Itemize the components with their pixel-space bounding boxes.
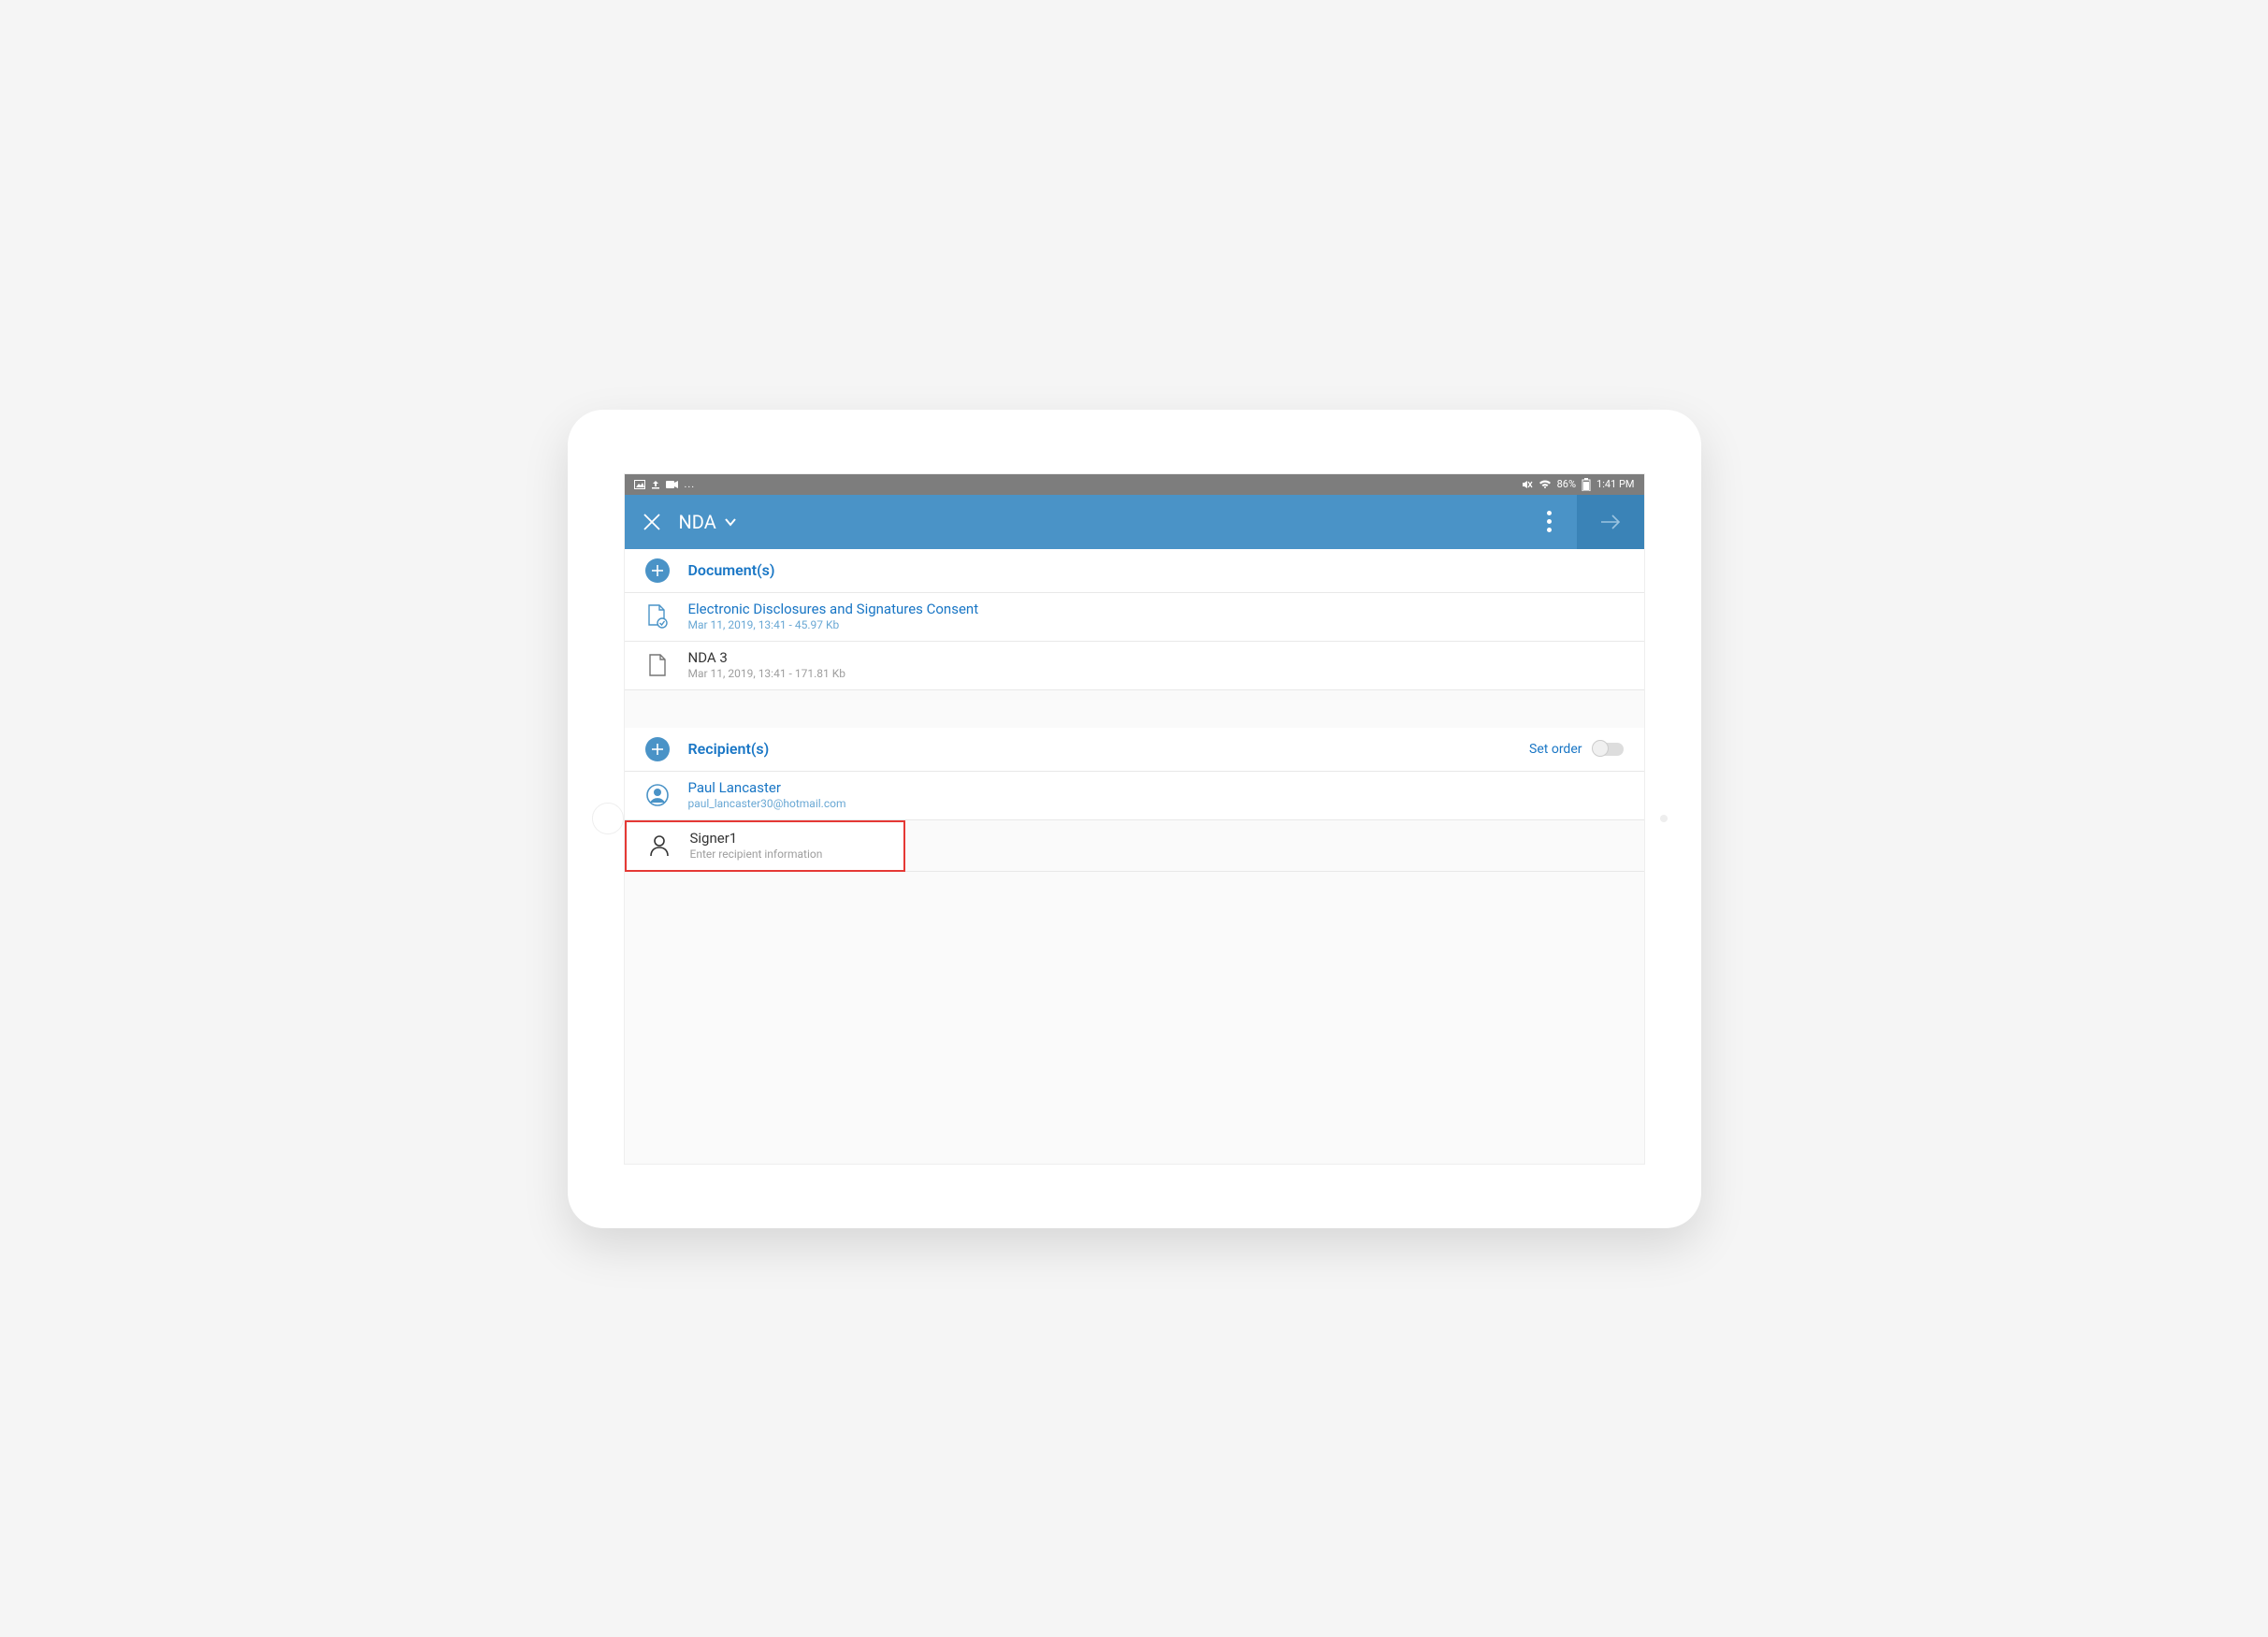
arrow-right-icon bbox=[1598, 510, 1623, 534]
document-row[interactable]: Electronic Disclosures and Signatures Co… bbox=[625, 593, 1644, 642]
mute-icon bbox=[1522, 480, 1533, 489]
person-filled-icon bbox=[645, 783, 670, 807]
camera-dot bbox=[1660, 815, 1668, 822]
document-icon bbox=[645, 653, 670, 677]
person-outline-icon bbox=[647, 833, 672, 858]
document-row[interactable]: NDA 3 Mar 11, 2019, 13:41 - 171.81 Kb bbox=[625, 642, 1644, 690]
document-meta: Mar 11, 2019, 13:41 - 45.97 Kb bbox=[688, 618, 979, 633]
more-indicator: ... bbox=[685, 478, 696, 490]
battery-text: 86% bbox=[1557, 478, 1576, 490]
recipient-email: paul_lancaster30@hotmail.com bbox=[688, 797, 846, 812]
status-bar: ... 86% 1:41 PM bbox=[625, 474, 1644, 495]
document-verified-icon bbox=[645, 604, 670, 629]
clock-text: 1:41 PM bbox=[1596, 478, 1634, 490]
overflow-menu-button[interactable] bbox=[1523, 495, 1577, 549]
recipients-title: Recipient(s) bbox=[688, 740, 770, 758]
document-title: NDA 3 bbox=[688, 649, 845, 668]
upload-icon bbox=[651, 480, 660, 489]
app-bar: NDA bbox=[625, 495, 1644, 549]
screen: ... 86% 1:41 PM NDA bbox=[624, 473, 1645, 1165]
recipient-placeholder: Enter recipient information bbox=[690, 847, 823, 862]
plus-icon bbox=[651, 564, 664, 577]
document-meta: Mar 11, 2019, 13:41 - 171.81 Kb bbox=[688, 667, 845, 682]
plus-icon bbox=[651, 743, 664, 756]
add-recipient-button[interactable] bbox=[645, 737, 670, 761]
chevron-down-icon bbox=[724, 515, 737, 529]
close-icon bbox=[643, 513, 661, 531]
add-document-button[interactable] bbox=[645, 558, 670, 583]
home-button bbox=[592, 803, 624, 834]
close-button[interactable] bbox=[625, 495, 679, 549]
next-button[interactable] bbox=[1577, 495, 1644, 549]
recipient-name: Paul Lancaster bbox=[688, 779, 846, 798]
recipients-section-header: Recipient(s) Set order bbox=[625, 728, 1644, 772]
tablet-frame: ... 86% 1:41 PM NDA bbox=[568, 410, 1701, 1228]
recipient-name: Signer1 bbox=[690, 830, 823, 848]
video-icon bbox=[666, 480, 679, 489]
documents-title: Document(s) bbox=[688, 561, 775, 579]
status-left: ... bbox=[634, 478, 696, 490]
app-title: NDA bbox=[679, 511, 716, 533]
image-icon bbox=[634, 480, 645, 489]
battery-icon bbox=[1582, 478, 1591, 491]
recipient-row-highlighted[interactable]: Signer1 Enter recipient information bbox=[625, 820, 905, 872]
content-area: Document(s) Electronic Disclosures and S… bbox=[625, 549, 1644, 1164]
wifi-icon bbox=[1538, 480, 1552, 489]
set-order-toggle[interactable] bbox=[1594, 743, 1624, 756]
documents-section-header: Document(s) bbox=[625, 549, 1644, 593]
set-order-label: Set order bbox=[1529, 742, 1582, 757]
document-title: Electronic Disclosures and Signatures Co… bbox=[688, 601, 979, 619]
status-right: 86% 1:41 PM bbox=[1522, 478, 1635, 491]
recipient-row[interactable]: Paul Lancaster paul_lancaster30@hotmail.… bbox=[625, 772, 1644, 820]
title-dropdown[interactable]: NDA bbox=[679, 511, 737, 533]
